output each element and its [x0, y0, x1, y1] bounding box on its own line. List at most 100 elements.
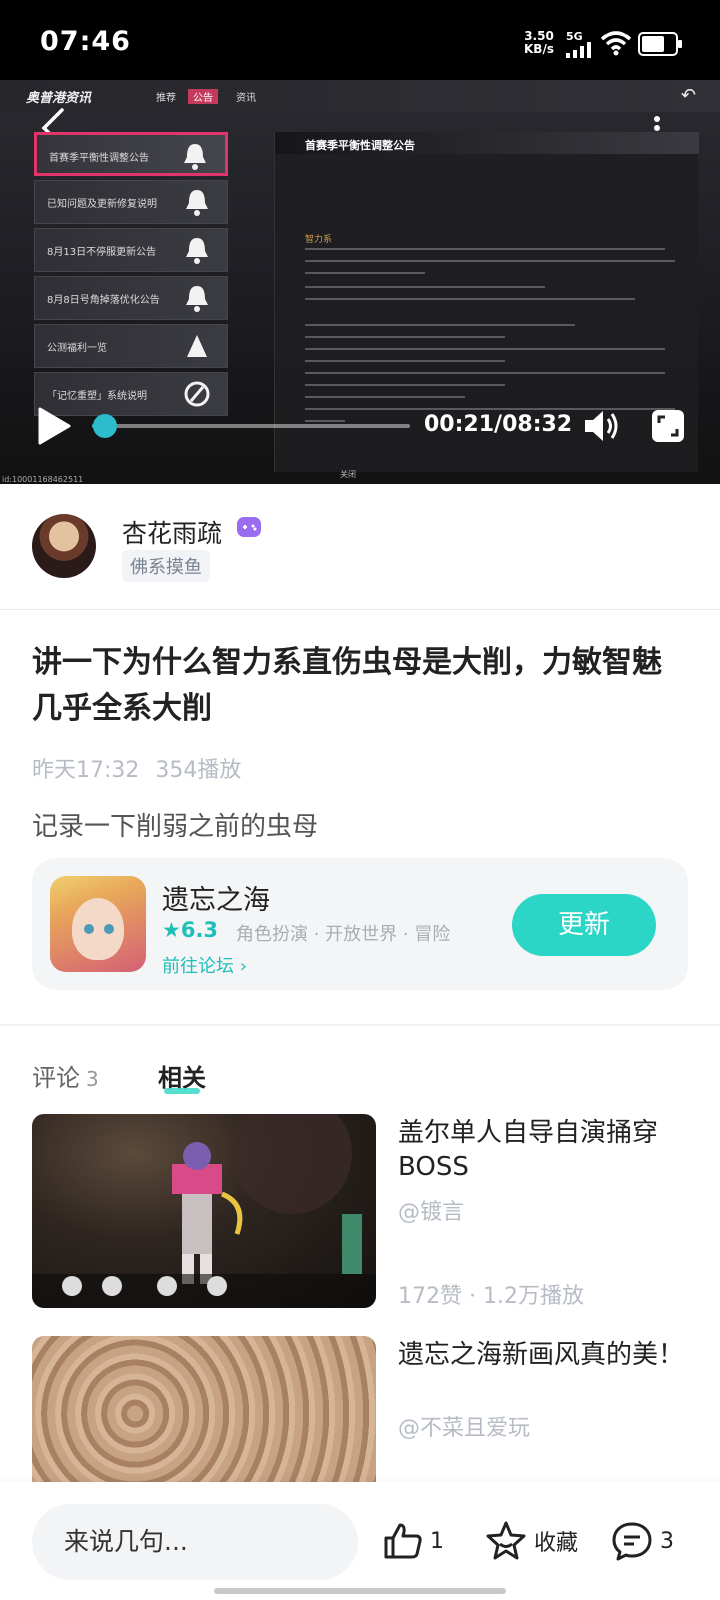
status-time: 07:46: [40, 26, 131, 57]
tab-comments-label[interactable]: 评论: [32, 1064, 80, 1092]
progress-track[interactable]: [92, 424, 410, 428]
duration: 08:32: [502, 412, 573, 437]
game-scene-image: [32, 1114, 376, 1308]
comment-input[interactable]: 来说几句...: [32, 1504, 358, 1580]
related-stats: 172赞 · 1.2万播放: [398, 1284, 584, 1309]
play-icon[interactable]: [36, 406, 72, 446]
favorite-button[interactable]: 收藏: [484, 1520, 578, 1562]
game-icon[interactable]: [50, 876, 146, 972]
like-button[interactable]: 1: [382, 1520, 444, 1562]
home-indicator[interactable]: [214, 1588, 506, 1594]
tab-comments[interactable]: 评论 3: [32, 1058, 99, 1093]
comment-count: 3: [660, 1528, 674, 1554]
game-rating-value: 6.3: [180, 918, 219, 942]
section-divider: [0, 1024, 720, 1026]
bell-icon: [186, 238, 208, 264]
notice-item: 8月13日不停服更新公告: [34, 228, 228, 272]
game-tab-active: 公告: [188, 89, 218, 104]
post-body: 记录一下削弱之前的虫母: [32, 812, 319, 842]
notice-item-label: 首赛季平衡性调整公告: [49, 153, 149, 164]
notice-text-line: [305, 384, 505, 386]
battery-icon: [638, 32, 682, 56]
signal-icon: [566, 42, 591, 58]
chat-bubble-icon: [612, 1522, 652, 1561]
update-button[interactable]: 更新: [512, 894, 656, 956]
notice-text-line: [305, 348, 665, 350]
comment-button[interactable]: 3: [610, 1520, 674, 1562]
progress-handle[interactable]: [93, 414, 118, 438]
notice-text-line: [305, 248, 665, 250]
game-tab: 资讯: [236, 93, 256, 104]
gift-icon: [187, 335, 207, 357]
game-icon-character: [72, 898, 124, 960]
forum-link[interactable]: 前往论坛 ›: [162, 952, 247, 978]
thumbs-up-icon: [384, 1523, 422, 1559]
volume-icon[interactable]: [582, 406, 622, 446]
author-name[interactable]: 杏花雨疏: [122, 514, 222, 550]
notice-item: 已知问题及更新修复说明: [34, 180, 228, 224]
related-author[interactable]: @不菜且爱玩: [398, 1410, 530, 1442]
game-icon-eye: [84, 924, 94, 934]
related-thumbnail[interactable]: [32, 1114, 376, 1308]
notice-text-line: [305, 372, 665, 374]
avatar[interactable]: [32, 514, 96, 578]
status-bar: 07:46 3.50 KB/s 5G: [0, 0, 720, 80]
game-tab: 推荐: [156, 93, 176, 104]
notice-panel-header: 首赛季平衡性调整公告: [275, 132, 699, 154]
game-name[interactable]: 遗忘之海: [162, 878, 270, 917]
chevron-right-icon: ›: [234, 956, 247, 977]
undo-icon: ↶: [680, 85, 696, 106]
related-title[interactable]: 盖尔单人自导自演捅穿BOSS: [398, 1116, 688, 1184]
game-rating: ★6.3: [162, 918, 218, 942]
favorite-label: 收藏: [534, 1531, 579, 1556]
tab-comments-count: 3: [86, 1067, 99, 1091]
bottom-action-bar: 来说几句... 1 收藏 3: [0, 1482, 720, 1600]
bell-icon: [186, 286, 208, 312]
forum-link-label[interactable]: 前往论坛: [162, 956, 234, 977]
star-icon: ★: [162, 918, 181, 942]
notice-item-label: 已知问题及更新修复说明: [47, 199, 157, 210]
notice-text-line: [305, 286, 545, 288]
game-icon-eye: [104, 924, 114, 934]
notice-text-line: [305, 324, 575, 326]
video-id: id:10001168462511: [2, 475, 84, 484]
post-time: 昨天17:32: [32, 758, 140, 783]
star-outline-icon: [486, 1521, 526, 1560]
notice-item: 首赛季平衡性调整公告: [34, 132, 228, 176]
current-time: 00:21: [424, 412, 495, 437]
author-row[interactable]: 杏花雨疏 佛系摸鱼: [0, 484, 720, 610]
game-header-title: 奥普港资讯: [26, 91, 92, 106]
video-controls: 00:21/08:32: [0, 402, 720, 462]
fullscreen-icon[interactable]: [650, 408, 686, 444]
exit-label: 关闭: [340, 470, 356, 479]
related-title[interactable]: 遗忘之海新画风真的美！: [398, 1338, 688, 1372]
author-tag: 佛系摸鱼: [122, 550, 210, 582]
game-header-bar: 奥普港资讯 推荐 公告 资讯 ↶: [0, 80, 720, 112]
post-meta: 昨天17:32 354播放: [32, 752, 241, 784]
notice-list: 首赛季平衡性调整公告 已知问题及更新修复说明 8月13日不停服更新公告 8月8日…: [34, 132, 228, 420]
tab-active-indicator: [164, 1088, 200, 1094]
gamepad-badge-icon: [237, 517, 261, 537]
bell-icon: [184, 144, 206, 170]
notice-panel-section: 智力系: [305, 235, 333, 245]
notice-text-line: [305, 298, 635, 300]
notice-text-line: [305, 396, 465, 398]
bell-icon: [186, 190, 208, 216]
post-plays: 354播放: [155, 758, 242, 783]
notice-item: 公测福利一览: [34, 324, 228, 368]
related-author[interactable]: @镀言: [398, 1194, 464, 1226]
notice-panel-title: 首赛季平衡性调整公告: [305, 139, 415, 152]
like-count: 1: [430, 1528, 444, 1554]
notice-item: 8月8日号角掉落优化公告: [34, 276, 228, 320]
notice-text-line: [305, 336, 505, 338]
notice-text-line: [305, 360, 505, 362]
network-speed: 3.50 KB/s: [524, 30, 554, 56]
game-card[interactable]: 遗忘之海 ★6.3 角色扮演 · 开放世界 · 冒险 前往论坛 › 更新: [32, 858, 688, 990]
wifi-icon: [600, 31, 632, 56]
notice-item-label: 8月8日号角掉落优化公告: [47, 295, 160, 306]
tab-related[interactable]: 相关: [158, 1058, 206, 1094]
video-player[interactable]: 奥普港资讯 推荐 公告 资讯 ↶ 首赛季平衡性调整公告 已知问题及更新修复说明 …: [0, 80, 720, 484]
notice-text-line: [305, 260, 675, 262]
post-title: 讲一下为什么智力系直伤虫母是大削，力敏智魅几乎全系大削: [32, 645, 662, 726]
related-item[interactable]: 盖尔单人自导自演捅穿BOSS @镀言 172赞 · 1.2万播放: [32, 1114, 688, 1310]
